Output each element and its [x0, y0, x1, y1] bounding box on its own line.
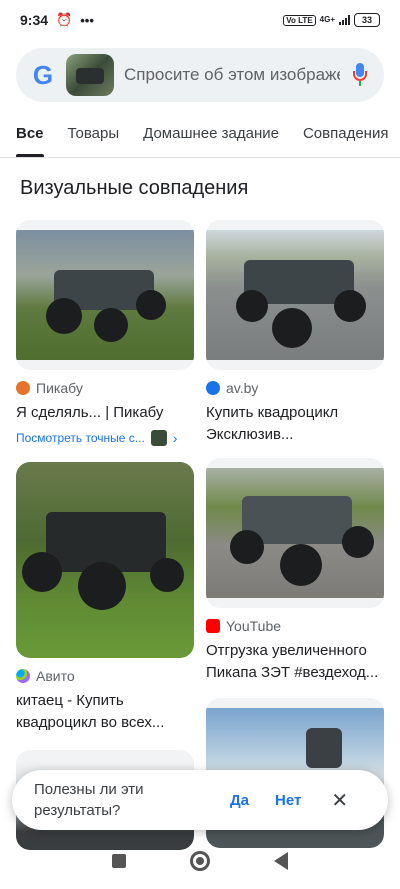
result-image[interactable] [16, 220, 194, 370]
exact-match-thumbnail [150, 430, 167, 446]
feedback-yes-button[interactable]: Да [230, 792, 249, 809]
chevron-right-icon: › [172, 430, 178, 446]
tab-matches[interactable]: Совпадения [303, 118, 389, 157]
result-card[interactable]: YouTube Отгрузка увеличенного Пикапа ЗЭТ… [206, 458, 384, 684]
tab-all[interactable]: Все [16, 118, 44, 157]
result-image[interactable] [206, 458, 384, 608]
result-tabs: Все Товары Домашнее задание Совпадения [0, 118, 400, 158]
result-source: av.by [206, 380, 384, 396]
result-card[interactable]: Пикабу Я сделяль... | Пикабу Посмотреть … [16, 220, 194, 446]
feedback-question: Полезны ли эти результаты? [34, 781, 144, 819]
battery-icon: 33 [354, 13, 380, 27]
tab-products[interactable]: Товары [68, 118, 120, 157]
battery-level: 33 [361, 15, 372, 25]
result-title[interactable]: Купить квадроцикл Эксклюзив... [206, 402, 384, 446]
network-type: 4G+ [319, 15, 335, 24]
search-bar[interactable]: G Спросите об этом изображении [16, 48, 384, 102]
result-title[interactable]: Отгрузка увеличенного Пикапа ЗЭТ #вездех… [206, 640, 384, 684]
home-icon[interactable] [190, 851, 210, 871]
avito-icon [16, 669, 30, 683]
result-image[interactable] [16, 462, 194, 658]
result-card[interactable]: Авито китаец - Купить квадроцикл во всех… [16, 462, 194, 734]
query-image-thumbnail[interactable] [66, 54, 114, 96]
feedback-toast: Полезны ли эти результаты? Да Нет ✕ [12, 770, 388, 830]
more-notifications-icon: ••• [80, 12, 94, 28]
result-title[interactable]: Я сделяль... | Пикабу [16, 402, 194, 424]
section-title: Визуальные совпадения [20, 177, 249, 199]
back-icon[interactable] [274, 852, 288, 870]
tab-homework[interactable]: Домашнее задание [143, 118, 279, 157]
volte-badge: Vo LTE [283, 14, 316, 26]
signal-icon [339, 15, 350, 25]
result-source: YouTube [206, 618, 384, 634]
close-icon[interactable]: ✕ [331, 788, 348, 813]
status-time: 9:34 [20, 12, 49, 28]
exact-matches-link[interactable]: Посмотреть точные с... › [16, 430, 194, 446]
status-bar: 9:34 ⏰ ••• Vo LTE 4G+ 33 [0, 0, 400, 40]
recent-apps-icon[interactable] [112, 854, 126, 868]
system-nav-bar [0, 833, 400, 889]
result-image[interactable] [206, 220, 384, 370]
result-source: Авито [16, 668, 194, 684]
result-source: Пикабу [16, 380, 194, 396]
youtube-icon [206, 619, 220, 633]
google-logo-icon: G [32, 59, 54, 90]
feedback-no-button[interactable]: Нет [275, 792, 301, 809]
result-card[interactable]: av.by Купить квадроцикл Эксклюзив... [206, 220, 384, 446]
search-input[interactable]: Спросите об этом изображении [124, 65, 340, 85]
alarm-icon: ⏰ [56, 12, 73, 27]
avby-icon [206, 381, 220, 395]
microphone-icon[interactable] [350, 61, 370, 89]
result-title[interactable]: китаец - Купить квадроцикл во всех... [16, 690, 194, 734]
pikabu-icon [16, 381, 30, 395]
